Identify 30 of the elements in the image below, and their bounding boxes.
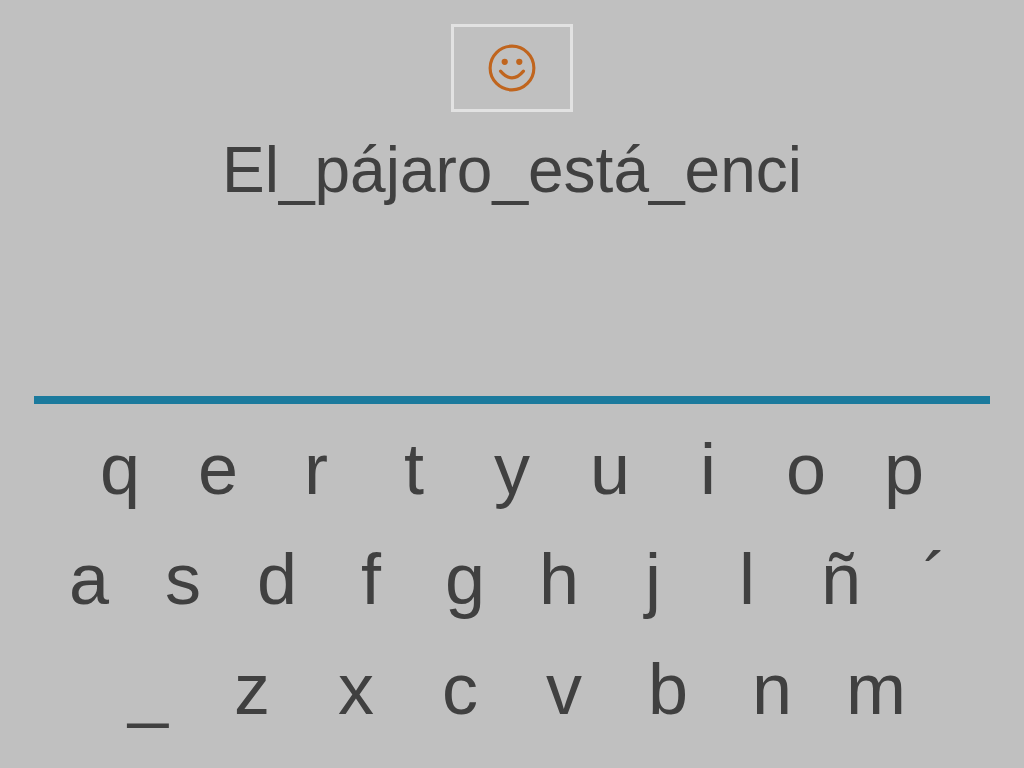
key[interactable]: r bbox=[267, 428, 365, 510]
key[interactable]: n bbox=[720, 648, 824, 730]
key[interactable]: o bbox=[757, 428, 855, 510]
phrase-text: El_pájaro_está_enci bbox=[222, 133, 802, 208]
key[interactable]: e bbox=[169, 428, 267, 510]
key[interactable]: a bbox=[42, 538, 136, 620]
key[interactable]: _ bbox=[96, 648, 200, 730]
smiley-icon bbox=[487, 43, 537, 93]
key[interactable]: c bbox=[408, 648, 512, 730]
smiley-button[interactable] bbox=[451, 24, 573, 112]
key[interactable]: u bbox=[561, 428, 659, 510]
key[interactable]: j bbox=[606, 538, 700, 620]
key[interactable]: g bbox=[418, 538, 512, 620]
key[interactable]: ñ bbox=[794, 538, 888, 620]
key[interactable]: f bbox=[324, 538, 418, 620]
key[interactable]: ´ bbox=[888, 538, 982, 620]
key[interactable]: d bbox=[230, 538, 324, 620]
key[interactable]: t bbox=[365, 428, 463, 510]
key[interactable]: h bbox=[512, 538, 606, 620]
key[interactable]: q bbox=[71, 428, 169, 510]
key[interactable]: x bbox=[304, 648, 408, 730]
key[interactable]: m bbox=[824, 648, 928, 730]
key[interactable]: z bbox=[200, 648, 304, 730]
key[interactable]: b bbox=[616, 648, 720, 730]
key[interactable]: y bbox=[463, 428, 561, 510]
key[interactable]: i bbox=[659, 428, 757, 510]
key[interactable]: s bbox=[136, 538, 230, 620]
key[interactable]: p bbox=[855, 428, 953, 510]
key[interactable]: v bbox=[512, 648, 616, 730]
key[interactable]: l bbox=[700, 538, 794, 620]
